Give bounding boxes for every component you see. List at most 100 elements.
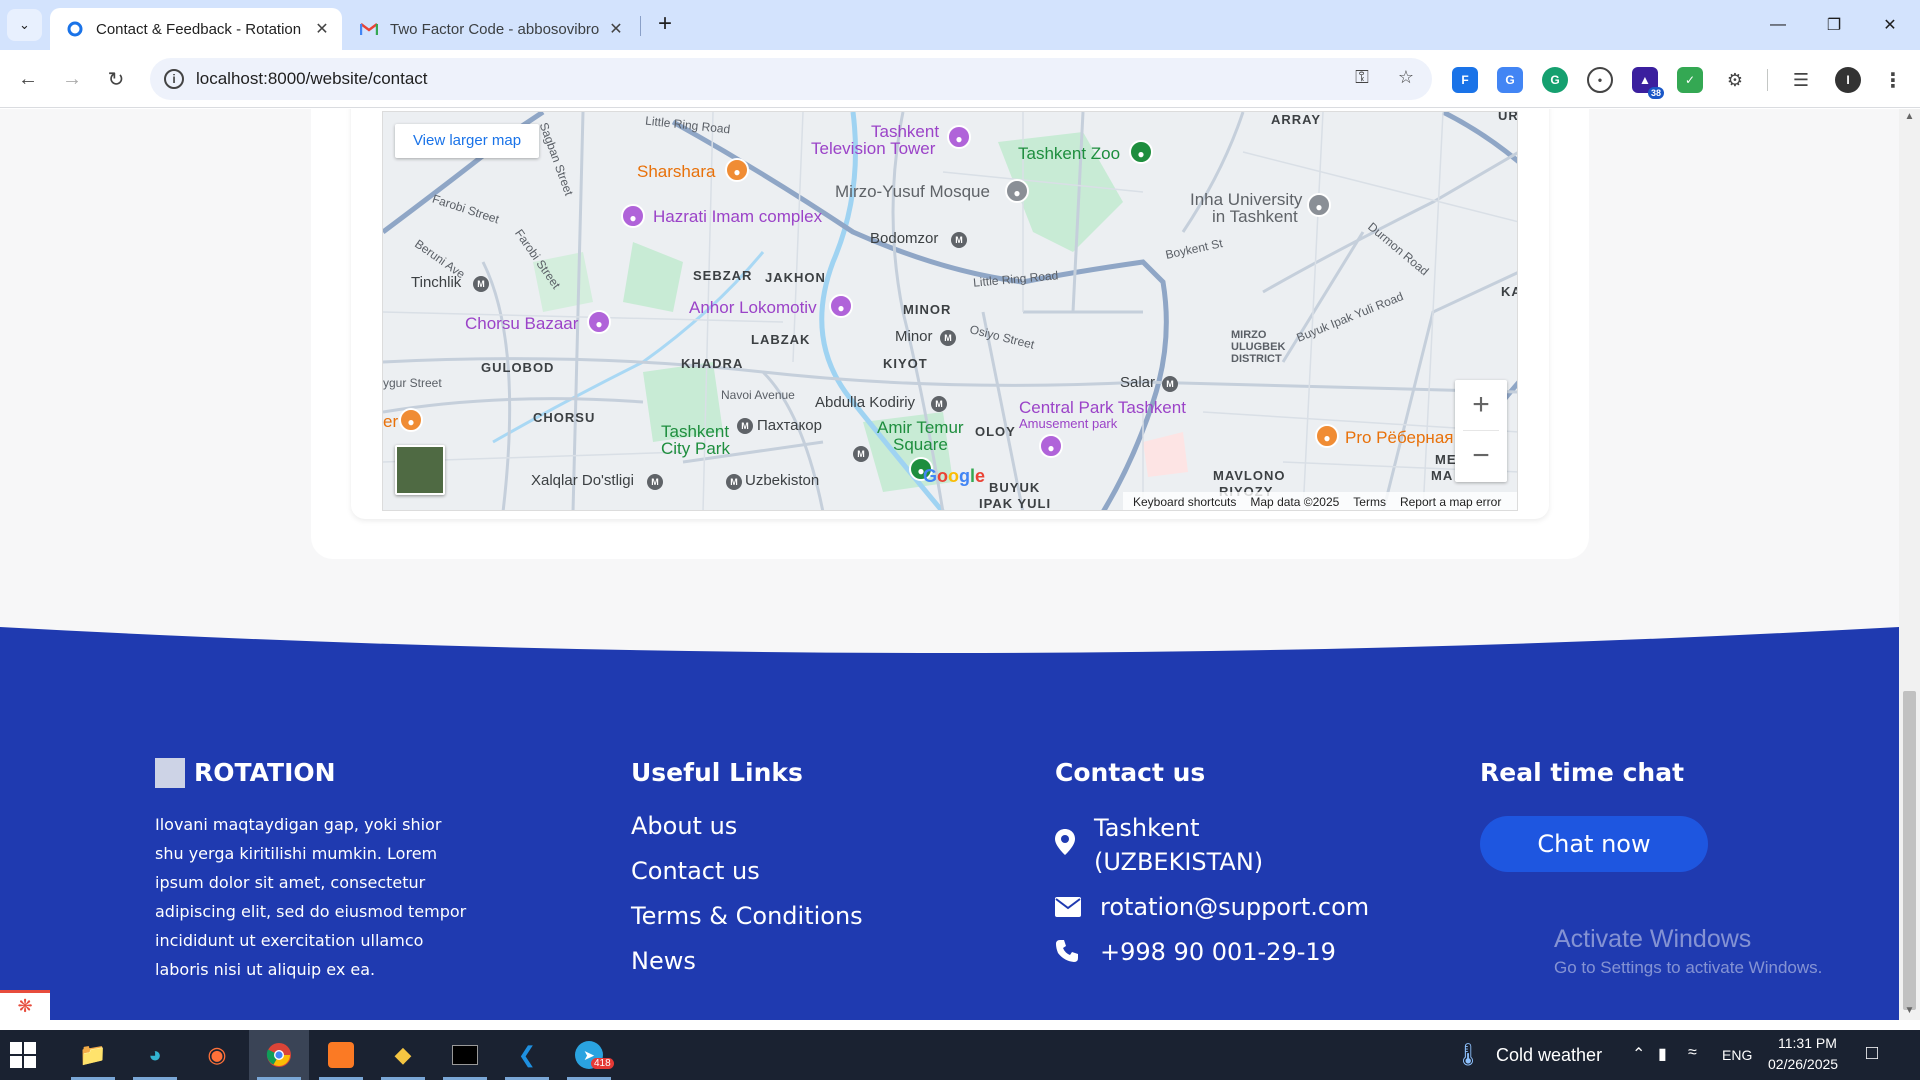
debugbar-icon[interactable]: ❋ <box>0 990 50 1020</box>
restore-button[interactable]: ❐ <box>1806 0 1862 50</box>
battery-icon[interactable]: ▮ <box>1658 1044 1667 1064</box>
notification-icon[interactable]: □ <box>1866 1042 1878 1065</box>
contact-email[interactable]: rotation@support.com <box>1100 890 1369 924</box>
view-larger-map-link[interactable]: View larger map <box>395 124 539 158</box>
footer-link-contact[interactable]: Contact us <box>631 857 760 885</box>
wifi-icon[interactable]: ≈ <box>1688 1044 1697 1062</box>
map-label: City Park <box>661 439 730 458</box>
windows-start-button[interactable] <box>10 1042 36 1068</box>
extension-circle-icon[interactable]: • <box>1587 67 1613 93</box>
terms-link[interactable]: Terms <box>1353 495 1386 509</box>
weather-text[interactable]: Cold weather <box>1496 1045 1602 1066</box>
restaurant-pin[interactable]: ● <box>1315 424 1339 448</box>
reload-icon: ↻ <box>107 68 125 91</box>
zoo-pin[interactable]: ● <box>1129 140 1153 164</box>
contact-section: Little Ring Road Little Ring Road Tashke… <box>0 109 1899 579</box>
site-info-icon[interactable]: i <box>164 69 184 89</box>
media-control-icon[interactable]: ☰ <box>1788 67 1814 93</box>
new-tab-button[interactable]: + <box>650 10 680 40</box>
reload-button[interactable]: ↻ <box>100 63 132 95</box>
close-tab-icon[interactable]: ✕ <box>604 19 628 39</box>
page-scrollbar[interactable]: ▲ ▼ <box>1899 109 1920 1020</box>
terminal-icon[interactable] <box>435 1030 495 1080</box>
map-label: Hazrati Imam complex <box>653 207 823 226</box>
close-window-button[interactable]: ✕ <box>1862 0 1918 50</box>
vscode-icon[interactable]: ❮ <box>497 1030 557 1080</box>
extension-hat-icon[interactable]: ▲ 38 <box>1632 67 1664 99</box>
password-key-icon[interactable]: ⚿ <box>1350 67 1374 91</box>
forward-button[interactable]: → <box>56 63 88 95</box>
thermometer-icon[interactable]: 🌡 <box>1454 1042 1482 1068</box>
close-tab-icon[interactable]: ✕ <box>310 19 334 39</box>
university-pin[interactable]: ● <box>1307 193 1331 217</box>
map-data-text: Map data ©2025 <box>1250 495 1340 509</box>
mosque-pin[interactable]: ● <box>1005 179 1029 203</box>
map-attribution: Keyboard shortcuts Map data ©2025 Terms … <box>1123 492 1517 510</box>
chevron-up-icon[interactable]: ⌃ <box>1632 1044 1645 1064</box>
map-label: KA <box>1501 284 1517 299</box>
map-label: GULOBOD <box>481 360 555 375</box>
tab-two-factor[interactable]: Two Factor Code - abbosovibro ✕ <box>350 8 636 50</box>
zoom-out-button[interactable]: − <box>1455 431 1507 481</box>
map-label: Anhor Lokomotiv <box>689 298 817 317</box>
extension-badge: 38 <box>1647 87 1664 99</box>
map-label: LABZAK <box>751 332 811 347</box>
chat-now-button[interactable]: Chat now <box>1480 816 1708 872</box>
satellite-layer-toggle[interactable] <box>395 445 445 495</box>
footer-link-terms[interactable]: Terms & Conditions <box>631 902 863 930</box>
bazaar-pin[interactable]: ● <box>587 310 611 334</box>
restaurant-pin[interactable]: ● <box>725 158 749 182</box>
embedded-google-map[interactable]: Little Ring Road Little Ring Road Tashke… <box>382 111 1518 511</box>
chrome-icon[interactable] <box>249 1030 309 1080</box>
language-indicator[interactable]: ENG <box>1722 1047 1752 1063</box>
map-label: Navoi Avenue <box>721 388 795 402</box>
map-label: er <box>383 412 399 431</box>
git-icon[interactable]: ◆ <box>373 1030 433 1080</box>
scroll-down-icon[interactable]: ▼ <box>1903 1005 1916 1016</box>
telegram-badge: 418 <box>591 1058 614 1069</box>
back-button[interactable]: ← <box>12 63 44 95</box>
park-pin[interactable]: ● <box>1039 434 1063 458</box>
map-label: Chorsu Bazaar <box>465 314 579 333</box>
scroll-thumb[interactable] <box>1903 691 1916 1010</box>
metro-icon: M <box>940 330 956 346</box>
complex-pin[interactable]: ● <box>621 204 645 228</box>
grammarly-icon[interactable]: G <box>1542 67 1568 93</box>
firefox-icon[interactable]: ◉ <box>187 1030 247 1080</box>
footer-link-about[interactable]: About us <box>631 812 737 840</box>
map-label: ygur Street <box>383 376 442 390</box>
bookmark-star-icon[interactable]: ☆ <box>1394 67 1418 91</box>
tv-tower-pin[interactable]: ● <box>947 125 971 149</box>
report-map-error-link[interactable]: Report a map error <box>1400 495 1501 509</box>
extension-translator-icon[interactable]: F <box>1452 67 1478 93</box>
google-translate-icon[interactable]: G <box>1497 67 1523 93</box>
keyboard-shortcuts-link[interactable]: Keyboard shortcuts <box>1133 495 1236 509</box>
tab-search-button[interactable]: ⌄ <box>7 9 42 41</box>
url-text[interactable]: localhost:8000/website/contact <box>196 69 428 89</box>
location-pin-icon <box>1055 829 1075 862</box>
extensions-puzzle-icon[interactable]: ⚙ <box>1722 67 1748 93</box>
map-label: MA <box>1431 468 1454 483</box>
xampp-icon[interactable] <box>311 1030 371 1080</box>
tab-contact-feedback[interactable]: Contact & Feedback - Rotation ✕ <box>50 8 342 50</box>
clock-time[interactable]: 11:31 PM <box>1778 1035 1837 1051</box>
file-explorer-icon[interactable]: 📁 <box>63 1030 123 1080</box>
telegram-icon[interactable]: ➤ 418 <box>559 1030 619 1080</box>
address-bar[interactable]: i localhost:8000/website/contact ⚿ ☆ <box>150 58 1432 100</box>
clock-date[interactable]: 02/26/2025 <box>1768 1056 1838 1072</box>
back-arrow-icon: ← <box>18 67 38 90</box>
chevron-down-icon: ⌄ <box>19 17 30 32</box>
zoom-in-button[interactable]: + <box>1455 380 1507 430</box>
footer-link-news[interactable]: News <box>631 947 696 975</box>
contact-phone[interactable]: +998 90 001-29-19 <box>1100 935 1336 969</box>
menu-kebab-icon[interactable]: ⋮ <box>1880 67 1906 93</box>
shield-icon[interactable]: ✓ <box>1677 67 1703 93</box>
profile-avatar[interactable]: I <box>1835 67 1861 93</box>
real-time-chat-heading: Real time chat <box>1480 758 1685 787</box>
restaurant-pin[interactable]: ● <box>399 408 423 432</box>
minimize-button[interactable]: — <box>1750 0 1806 50</box>
scroll-up-icon[interactable]: ▲ <box>1903 111 1916 122</box>
stadium-pin[interactable]: ● <box>829 294 853 318</box>
map-label: Tinchlik <box>411 274 462 291</box>
edge-icon[interactable]: ◕ <box>125 1030 185 1080</box>
